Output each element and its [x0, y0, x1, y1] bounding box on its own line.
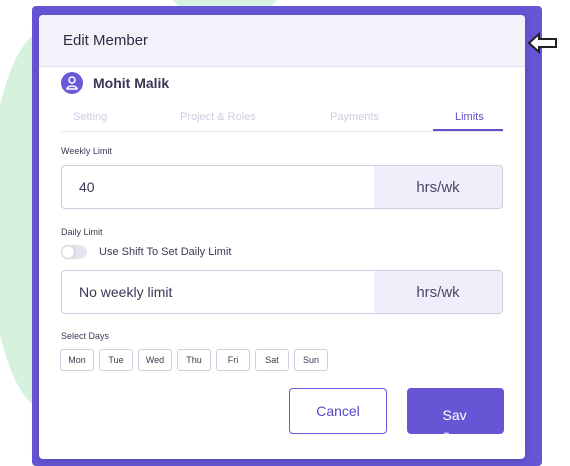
member-name: Mohit Malik [93, 75, 170, 91]
weekly-limit-input[interactable]: 40 [62, 166, 374, 208]
modal-title: Edit Member [63, 32, 149, 49]
cursor-arrow-icon [527, 31, 557, 55]
tab-limits[interactable]: Limits [455, 111, 484, 123]
active-tab-indicator [433, 129, 503, 131]
day-button-fri[interactable]: Fri [216, 349, 250, 371]
day-button-tue[interactable]: Tue [99, 349, 133, 371]
tab-project-roles[interactable]: Project & Roles [180, 111, 256, 123]
day-selector: Mon Tue Wed Thu Fri Sat Sun [60, 349, 328, 371]
edit-member-modal: Edit Member Mohit Malik Setting Project … [39, 15, 525, 459]
toggle-knob [62, 246, 74, 258]
day-button-thu[interactable]: Thu [177, 349, 211, 371]
day-button-sat[interactable]: Sat [255, 349, 289, 371]
weekly-limit-label: Weekly Limit [61, 146, 112, 156]
day-button-sun[interactable]: Sun [294, 349, 328, 371]
daily-limit-input[interactable]: No weekly limit [62, 271, 374, 313]
select-days-label: Select Days [61, 331, 110, 341]
modal-header: Edit Member [39, 15, 525, 67]
cancel-button[interactable]: Cancel [289, 388, 387, 434]
tab-setting[interactable]: Setting [73, 111, 107, 123]
shift-toggle-row: Use Shift To Set Daily Limit [61, 245, 231, 259]
daily-limit-label: Daily Limit [61, 227, 103, 237]
user-icon [61, 72, 83, 94]
tab-bar: Setting Project & Roles Payments Limits [61, 109, 503, 132]
member-info: Mohit Malik [61, 72, 169, 94]
day-button-wed[interactable]: Wed [138, 349, 172, 371]
day-button-mon[interactable]: Mon [60, 349, 94, 371]
shift-toggle-label: Use Shift To Set Daily Limit [99, 246, 232, 258]
daily-limit-field[interactable]: No weekly limit hrs/wk [61, 270, 503, 314]
weekly-limit-field[interactable]: 40 hrs/wk [61, 165, 503, 209]
save-button-label: Save [442, 407, 467, 434]
weekly-limit-unit: hrs/wk [374, 166, 502, 208]
daily-limit-unit: hrs/wk [374, 271, 502, 313]
shift-toggle[interactable] [61, 245, 87, 259]
tab-payments[interactable]: Payments [330, 111, 379, 123]
save-button[interactable]: Save [407, 388, 504, 434]
